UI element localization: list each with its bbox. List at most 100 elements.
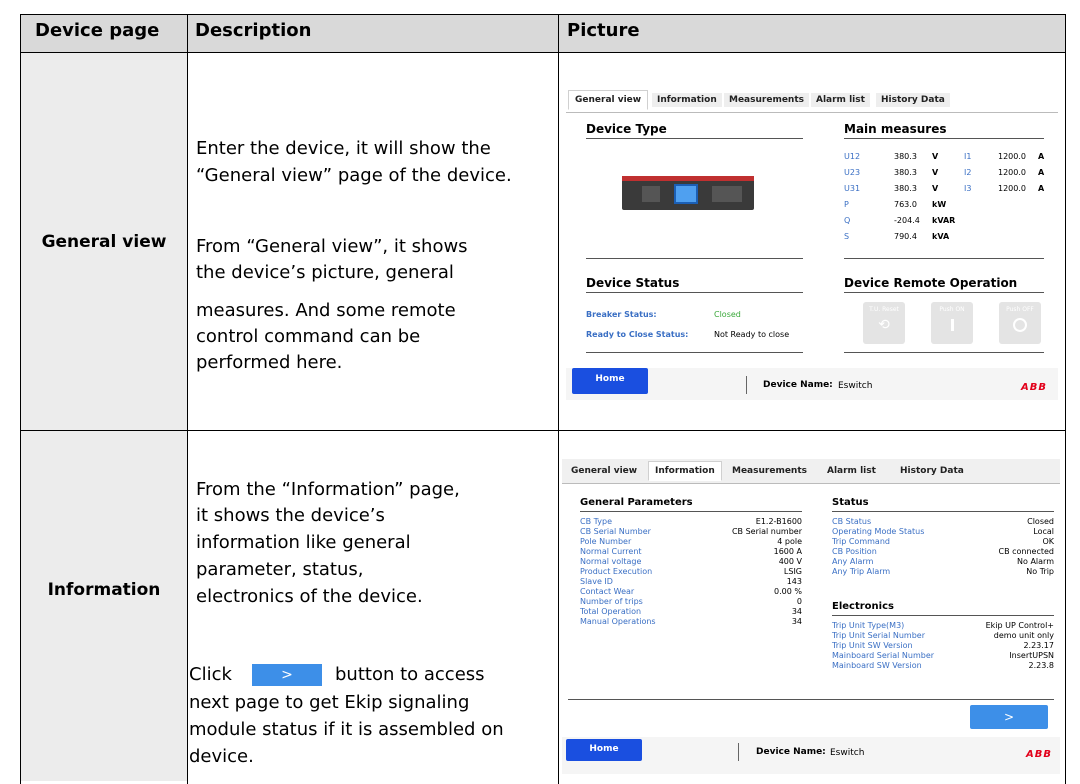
measure-value: 380.3 — [894, 168, 917, 177]
kv-key: Slave ID — [580, 577, 613, 586]
home-button[interactable]: Home — [566, 739, 642, 761]
kv-key: Normal Current — [580, 547, 642, 556]
kv-key: Trip Unit SW Version — [832, 641, 913, 650]
kv-key: Any Trip Alarm — [832, 567, 891, 576]
tu-reset-button[interactable]: T.U. Reset ⟲ — [863, 302, 905, 344]
row2-desc-line: it shows the device’s — [196, 505, 385, 526]
measure-unit: V — [932, 184, 939, 193]
row-label-general-view: General view — [41, 232, 167, 252]
kv-value: Local — [1033, 527, 1054, 536]
info-tab-alarm-list[interactable]: Alarm list — [822, 464, 881, 478]
next-page-button[interactable]: > — [970, 705, 1048, 729]
info-rule — [832, 511, 1054, 512]
measure-value: 380.3 — [894, 152, 917, 161]
measure-label: P — [844, 200, 849, 209]
kv-value: No Alarm — [1017, 557, 1054, 566]
footer-divider — [738, 743, 739, 761]
info-tab-measurements[interactable]: Measurements — [727, 464, 812, 478]
kv-key: Number of trips — [580, 597, 643, 606]
push-off-button[interactable]: Push OFF — [999, 302, 1041, 344]
inline-next-button-illustration: > — [252, 664, 322, 686]
kv-value: E1.2-B1600 — [755, 517, 802, 526]
gv-tab-general-view[interactable]: General view — [568, 90, 649, 110]
measure-label: U12 — [844, 152, 861, 161]
kv-key: Trip Unit Serial Number — [832, 631, 925, 640]
row1-desc-line: control command can be — [196, 326, 421, 347]
kv-value: Ekip UP Control+ — [985, 621, 1054, 630]
kv-key: Normal voltage — [580, 557, 642, 566]
abb-logo: ABB — [1026, 749, 1052, 760]
kv-key: Manual Operations — [580, 617, 656, 626]
device-name-value: Eswitch — [830, 748, 865, 758]
push-on-button[interactable]: Push ON — [931, 302, 973, 344]
kv-key: Trip Unit Type(M3) — [832, 621, 905, 630]
info-rule — [580, 511, 802, 512]
kv-key: CB Position — [832, 547, 877, 556]
measure-value: 763.0 — [894, 200, 917, 209]
kv-value: 4 pole — [777, 537, 802, 546]
info-tab-general-view[interactable]: General view — [566, 464, 642, 478]
kv-key: Total Operation — [580, 607, 642, 616]
kv-value: 0 — [796, 597, 802, 606]
kv-key: Contact Wear — [580, 587, 635, 596]
measure-label: U23 — [844, 168, 861, 177]
row2-click-suffix: button to access — [335, 664, 485, 685]
measure-unit: V — [932, 152, 939, 161]
kv-value: CB Serial number — [731, 527, 802, 536]
row1-desc-line: Enter the device, it will show the — [196, 138, 491, 159]
row1-desc-line: “General view” page of the device. — [196, 165, 512, 186]
row1-desc-line: measures. And some remote — [196, 300, 456, 321]
measure-label: I2 — [964, 168, 972, 177]
push-off-label: Push OFF — [1006, 306, 1034, 313]
gv-tab-bar: General view Information Measurements Al… — [566, 88, 1058, 113]
measure-unit: kVA — [932, 232, 950, 241]
row1-desc-line: From “General view”, it shows — [196, 236, 468, 257]
gv-rule — [586, 138, 803, 139]
info-tab-information[interactable]: Information — [648, 461, 722, 481]
off-icon — [1013, 318, 1027, 332]
gv-rule — [844, 352, 1044, 353]
gv-tab-measurements[interactable]: Measurements — [724, 93, 809, 107]
measure-unit: A — [1038, 168, 1045, 177]
table-header-background — [21, 15, 1065, 52]
row2-click-line: device. — [189, 746, 254, 767]
table-border-right — [1065, 14, 1066, 784]
breaker-status-label: Breaker Status: — [586, 310, 657, 319]
info-rule — [568, 699, 1054, 700]
row2-click-prefix: Click — [189, 664, 232, 685]
kv-key: Any Alarm — [832, 557, 874, 566]
kv-key: Trip Command — [832, 537, 890, 546]
kv-value: demo unit only — [993, 631, 1054, 640]
kv-key: Operating Mode Status — [832, 527, 925, 536]
kv-value: 143 — [786, 577, 802, 586]
measure-unit: A — [1038, 152, 1045, 161]
breaker-device-image — [622, 172, 754, 214]
table-col-rule-1 — [187, 14, 188, 784]
kv-value: No Trip — [1026, 567, 1054, 576]
footer-divider — [746, 376, 747, 394]
measure-unit: kW — [932, 200, 947, 209]
measure-label: Q — [844, 216, 851, 225]
home-button[interactable]: Home — [572, 368, 648, 394]
gv-tab-alarm-list[interactable]: Alarm list — [811, 93, 870, 107]
electronics-title: Electronics — [832, 601, 894, 612]
kv-value: 2.23.17 — [1023, 641, 1054, 650]
gv-tab-information[interactable]: Information — [652, 93, 722, 107]
kv-value: LSIG — [783, 567, 802, 576]
kv-key: CB Serial Number — [580, 527, 651, 536]
measure-value: 1200.0 — [998, 152, 1026, 161]
row2-desc-line: information like general — [196, 532, 411, 553]
gv-tab-history-data[interactable]: History Data — [876, 93, 950, 107]
abb-logo: ABB — [1021, 382, 1047, 393]
measure-unit: kVAR — [932, 216, 956, 225]
info-tab-history-data[interactable]: History Data — [895, 464, 969, 478]
measure-label: S — [844, 232, 850, 241]
gv-device-status-title: Device Status — [586, 276, 680, 290]
gv-rule — [586, 292, 803, 293]
kv-value: 1600 A — [773, 547, 802, 556]
info-tab-bar: General view Information Measurements Al… — [562, 459, 1060, 484]
measure-label: U31 — [844, 184, 861, 193]
kv-key: CB Type — [580, 517, 612, 526]
header-picture: Picture — [567, 20, 640, 41]
row2-click-line: module status if it is assembled on — [189, 719, 504, 740]
